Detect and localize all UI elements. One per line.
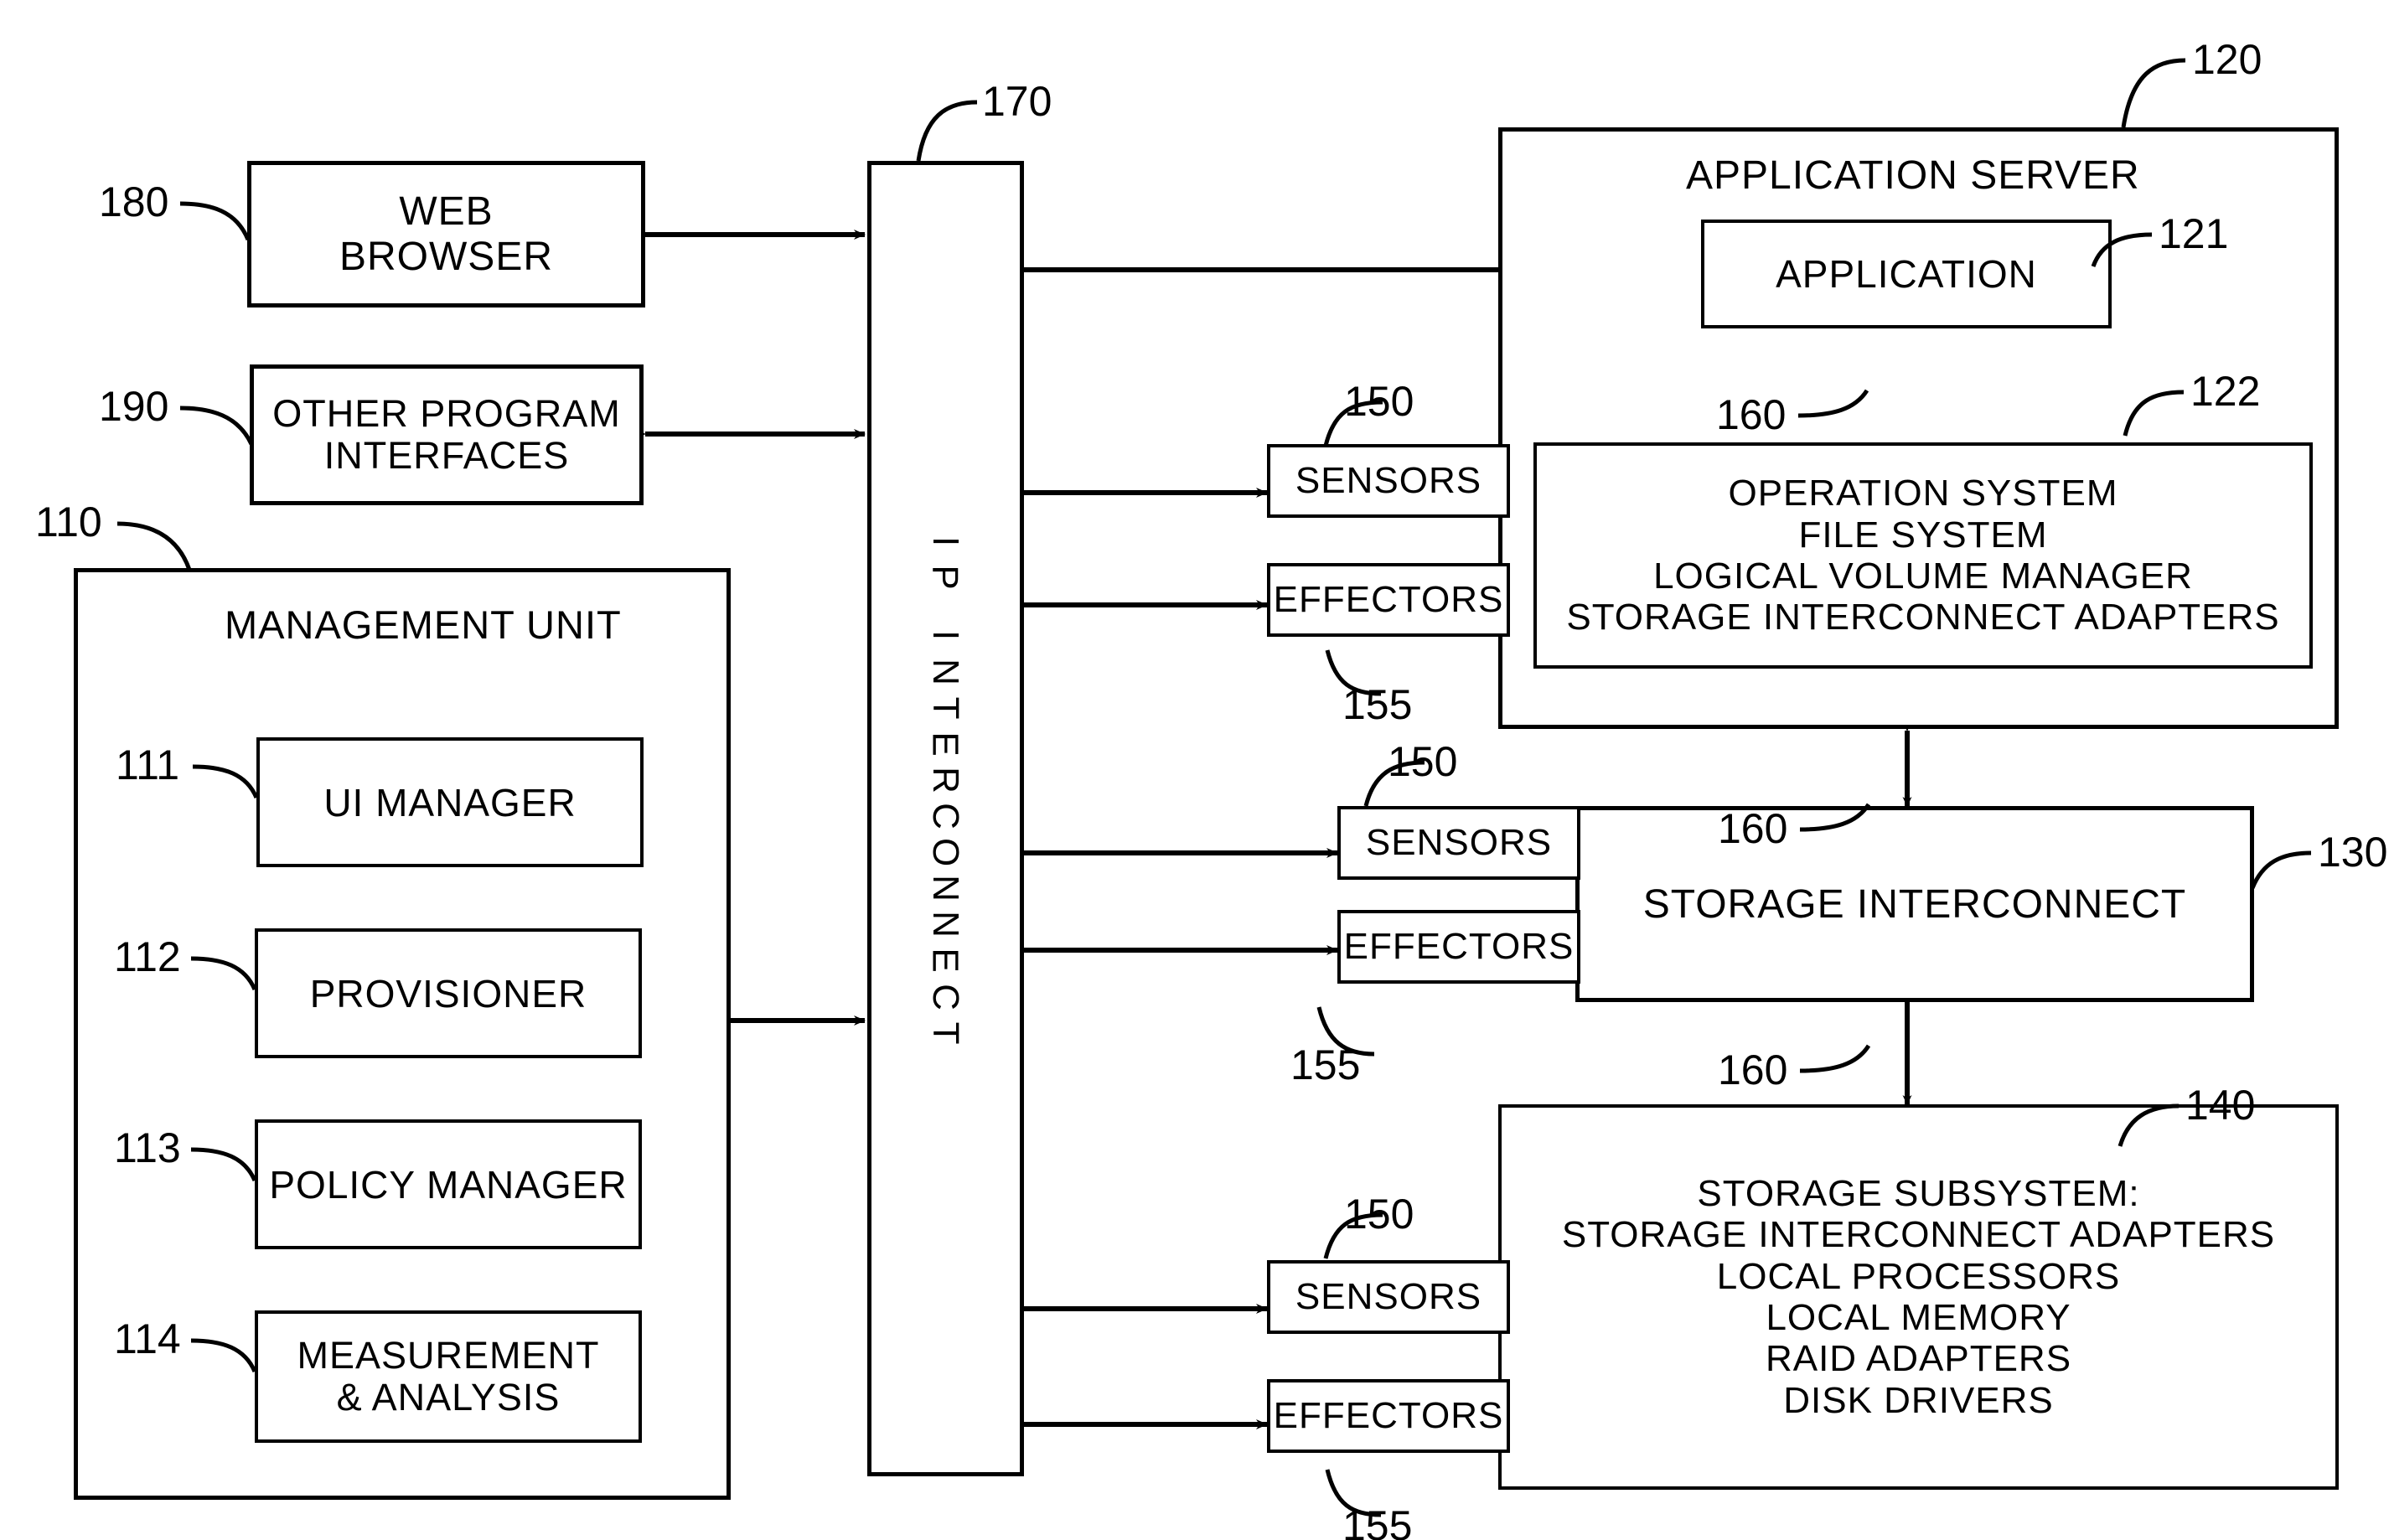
- leader-160-ss: [1799, 1044, 1871, 1073]
- management-unit-title: MANAGEMENT UNIT: [225, 602, 622, 647]
- storage-subsystem-block[interactable]: STORAGE SUBSYSTEM: STORAGE INTERCONNECT …: [1498, 1104, 2339, 1490]
- ref-number-150-si: 150: [1388, 738, 1458, 785]
- ref-number-110: 110: [35, 499, 102, 545]
- leader-110: [116, 521, 192, 571]
- figure-canvas: 180 190 110 111 112 113 114 170 120 121 …: [0, 0, 2389, 1540]
- ref-number-180: 180: [99, 178, 169, 225]
- policy-manager-label: POLICY MANAGER: [269, 1162, 628, 1207]
- provisioner-block[interactable]: PROVISIONER: [255, 928, 642, 1058]
- leader-180: [179, 201, 251, 240]
- storage-interconnect-label: STORAGE INTERCONNECT: [1642, 881, 2187, 927]
- storage-interconnect-block[interactable]: STORAGE INTERCONNECT: [1575, 806, 2254, 1002]
- ref-number-155-ss: 155: [1342, 1502, 1413, 1540]
- ip-char-4: N: [925, 658, 967, 686]
- ref-number-150-app: 150: [1344, 378, 1414, 425]
- ref-number-160-ss: 160: [1718, 1046, 1788, 1093]
- ip-char-6: E: [925, 731, 967, 757]
- application-label: APPLICATION: [1776, 252, 2037, 296]
- ip-char-14: T: [925, 1021, 967, 1046]
- ref-number-112: 112: [114, 933, 181, 980]
- ref-number-111: 111: [116, 742, 180, 788]
- sensors-storage-interconnect-label: SENSORS: [1365, 822, 1553, 863]
- ip-char-10: N: [925, 875, 967, 903]
- ref-number-160-app: 160: [1716, 391, 1787, 438]
- ref-number-155-app: 155: [1342, 681, 1413, 728]
- operation-system-line-2: LOGICAL VOLUME MANAGER: [1653, 556, 2193, 597]
- operation-system-block[interactable]: OPERATION SYSTEM FILE SYSTEM LOGICAL VOL…: [1533, 442, 2313, 669]
- storage-subsystem-line-3: LOCAL MEMORY: [1766, 1297, 2071, 1338]
- ip-interconnect-label: I P I N T E R C O N N E C T: [867, 411, 1024, 1165]
- ref-number-170: 170: [982, 78, 1052, 125]
- ref-number-150-ss: 150: [1344, 1191, 1414, 1238]
- effectors-storage-interconnect-block[interactable]: EFFECTORS: [1337, 910, 1580, 984]
- ref-number-114: 114: [114, 1315, 181, 1362]
- storage-subsystem-line-0: STORAGE SUBSYSTEM:: [1697, 1173, 2140, 1215]
- ref-number-121: 121: [2159, 210, 2229, 257]
- storage-subsystem-line-1: STORAGE INTERCONNECT ADAPTERS: [1561, 1214, 2276, 1256]
- ref-number-122: 122: [2190, 368, 2261, 415]
- ui-manager-label: UI MANAGER: [323, 780, 577, 824]
- ip-char-11: N: [925, 911, 967, 939]
- storage-subsystem-line-5: DISK DRIVERS: [1783, 1379, 2054, 1421]
- storage-subsystem-line-4: RAID ADAPTERS: [1765, 1338, 2072, 1380]
- provisioner-label: PROVISIONER: [309, 971, 587, 1015]
- effectors-storage-interconnect-label: EFFECTORS: [1343, 926, 1575, 967]
- other-program-interfaces-label-line2: INTERFACES: [323, 434, 570, 477]
- measurement-analysis-label-line1: MEASUREMENT: [297, 1333, 600, 1377]
- ref-number-140: 140: [2185, 1082, 2256, 1129]
- leader-170: [916, 100, 978, 162]
- effectors-application-server-label: EFFECTORS: [1273, 579, 1504, 620]
- sensors-storage-interconnect-block[interactable]: SENSORS: [1337, 806, 1580, 880]
- policy-manager-block[interactable]: POLICY MANAGER: [255, 1119, 642, 1249]
- ref-number-120: 120: [2192, 36, 2262, 83]
- ip-char-7: R: [925, 767, 967, 794]
- ip-char-0: I: [925, 536, 967, 548]
- ip-char-9: O: [925, 838, 967, 868]
- ref-number-155-si: 155: [1290, 1041, 1361, 1088]
- ui-manager-block[interactable]: UI MANAGER: [256, 737, 644, 867]
- application-server-title: APPLICATION SERVER: [1686, 153, 2140, 198]
- ip-char-8: C: [925, 803, 967, 830]
- sensors-storage-subsystem-block[interactable]: SENSORS: [1267, 1260, 1510, 1334]
- measurement-analysis-block[interactable]: MEASUREMENT & ANALYSIS: [255, 1310, 642, 1443]
- ref-number-160-si: 160: [1718, 805, 1788, 852]
- web-browser-block[interactable]: WEB BROWSER: [247, 161, 645, 307]
- application-block[interactable]: APPLICATION: [1701, 220, 2112, 328]
- sensors-storage-subsystem-label: SENSORS: [1295, 1276, 1482, 1317]
- effectors-storage-subsystem-block[interactable]: EFFECTORS: [1267, 1379, 1510, 1453]
- web-browser-label-line1: WEB: [399, 189, 494, 234]
- ip-char-5: T: [925, 696, 967, 721]
- effectors-application-server-block[interactable]: EFFECTORS: [1267, 563, 1510, 637]
- ref-number-113: 113: [114, 1124, 181, 1171]
- ip-char-1: P: [925, 565, 967, 592]
- operation-system-line-3: STORAGE INTERCONNECT ADAPTERS: [1566, 597, 2280, 638]
- effectors-storage-subsystem-label: EFFECTORS: [1273, 1395, 1504, 1436]
- web-browser-label-line2: BROWSER: [339, 234, 553, 279]
- operation-system-line-0: OPERATION SYSTEM: [1728, 473, 2118, 514]
- storage-subsystem-line-2: LOCAL PROCESSORS: [1716, 1255, 2121, 1297]
- other-program-interfaces-block[interactable]: OTHER PROGRAM INTERFACES: [250, 364, 644, 505]
- ip-char-12: E: [925, 948, 967, 974]
- sensors-application-server-label: SENSORS: [1295, 460, 1482, 501]
- measurement-analysis-label-line2: & ANALYSIS: [336, 1376, 561, 1419]
- ip-char-3: I: [925, 630, 967, 642]
- leader-120: [2121, 58, 2186, 128]
- ip-char-13: C: [925, 983, 967, 1011]
- sensors-application-server-block[interactable]: SENSORS: [1267, 444, 1510, 518]
- ref-number-130: 130: [2318, 829, 2388, 876]
- leader-130: [2250, 850, 2312, 889]
- leader-190: [179, 406, 254, 446]
- operation-system-line-1: FILE SYSTEM: [1798, 514, 2048, 556]
- other-program-interfaces-label-line1: OTHER PROGRAM: [272, 391, 621, 435]
- ref-number-190: 190: [99, 383, 169, 430]
